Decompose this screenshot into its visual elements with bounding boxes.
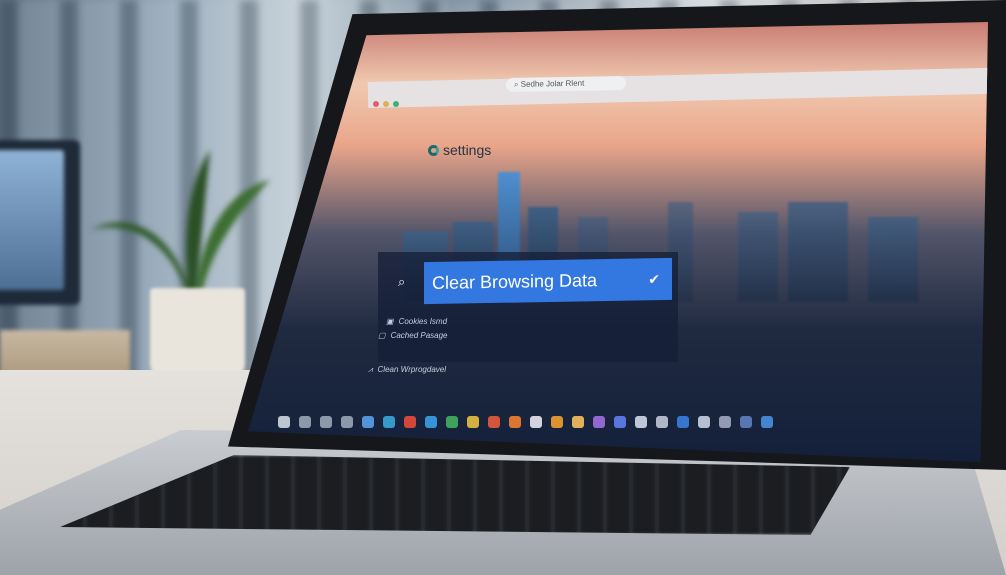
search-icon[interactable]: ⌕	[398, 274, 405, 290]
option-cookies[interactable]: ▣ Cookies Ismd	[386, 317, 447, 326]
laptop-screen: ⌕ Sedhe Jolar Rlent settings ⌕ Clear Bro…	[248, 22, 988, 462]
option-label: Cached Pasage	[390, 331, 448, 340]
background-monitor	[0, 140, 80, 305]
plant	[90, 150, 270, 300]
taskbar-app-icon[interactable]	[572, 416, 584, 428]
clear-browsing-label: Clear Browsing Data	[432, 269, 598, 293]
taskbar-app-icon[interactable]	[488, 416, 500, 428]
settings-heading: settings	[428, 142, 491, 158]
monitor-screen	[0, 150, 64, 290]
address-bar[interactable]: ⌕ Sedhe Jolar Rlent	[505, 75, 627, 93]
option-cache[interactable]: ▢ Cached Pasage	[378, 331, 448, 340]
taskbar-app-icon[interactable]	[530, 416, 542, 428]
window-control-dot[interactable]	[373, 101, 379, 107]
plant-pot	[150, 288, 245, 378]
taskbar-app-icon[interactable]	[362, 416, 374, 428]
taskbar-app-icon[interactable]	[635, 416, 647, 428]
cookie-icon: ▣	[386, 317, 394, 326]
taskbar-app-icon[interactable]	[698, 416, 710, 428]
option-label: Clean Wrprogdavel	[377, 365, 446, 374]
taskbar-app-icon[interactable]	[341, 416, 353, 428]
option-clean[interactable]: ⩘ Clean Wrprogdavel	[368, 365, 446, 375]
taskbar-app-icon[interactable]	[761, 416, 773, 428]
window-controls[interactable]	[373, 94, 403, 112]
window-control-dot[interactable]	[383, 101, 389, 107]
option-label: Cookies Ismd	[398, 317, 448, 326]
taskbar-app-icon[interactable]	[299, 416, 311, 428]
settings-logo-icon	[428, 144, 439, 156]
taskbar-app-icon[interactable]	[551, 416, 563, 428]
taskbar-app-icon[interactable]	[320, 416, 332, 428]
taskbar-app-icon[interactable]	[677, 416, 689, 428]
taskbar-app-icon[interactable]	[425, 416, 437, 428]
taskbar-app-icon[interactable]	[593, 416, 605, 428]
taskbar-app-icon[interactable]	[740, 416, 752, 428]
taskbar-app-icon[interactable]	[404, 416, 416, 428]
taskbar-app-icon[interactable]	[614, 416, 626, 428]
taskbar-app-icon[interactable]	[509, 416, 521, 428]
browser-toolbar	[367, 67, 988, 108]
checkmark-icon: ✔	[648, 270, 660, 287]
clear-browsing-data-button[interactable]: Clear Browsing Data ✔	[424, 257, 672, 305]
taskbar-app-icon[interactable]	[719, 416, 731, 428]
cache-icon: ▢	[378, 331, 386, 340]
taskbar-app-icon[interactable]	[656, 416, 668, 428]
taskbar-app-icon[interactable]	[278, 416, 290, 428]
settings-title: settings	[443, 142, 492, 158]
taskbar	[268, 402, 988, 442]
taskbar-app-icon[interactable]	[383, 416, 395, 428]
taskbar-app-icon[interactable]	[446, 416, 458, 428]
window-control-dot[interactable]	[393, 101, 399, 107]
broom-icon: ⩘	[368, 365, 373, 374]
address-text: Sedhe Jolar Rlent	[520, 78, 585, 89]
taskbar-app-icon[interactable]	[467, 416, 479, 428]
